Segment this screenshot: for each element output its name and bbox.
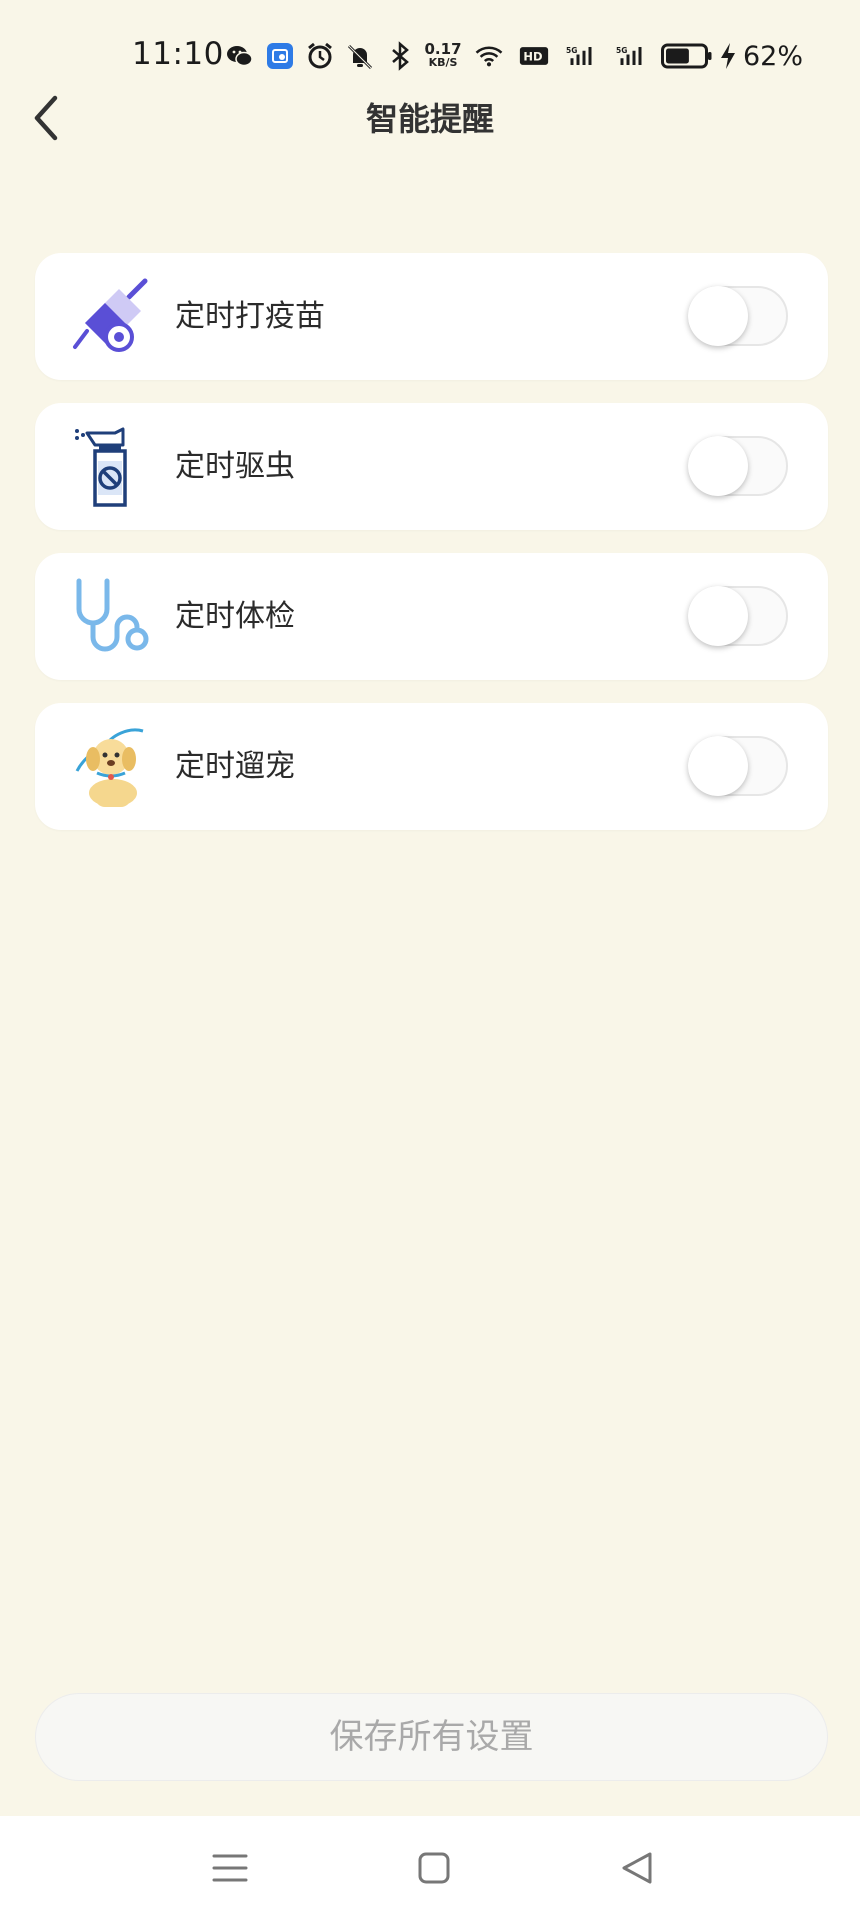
signal-5g-label-1: 5G — [566, 46, 577, 55]
reminder-card-deworm: 定时驱虫 — [35, 403, 828, 530]
reminder-card-checkup: 定时体检 — [35, 553, 828, 680]
page-title: 智能提醒 — [365, 100, 494, 138]
back-nav-button[interactable] — [616, 1846, 660, 1890]
status-icons: 0.17 KB/S HD 5G 5G 62% — [225, 36, 803, 76]
signal-5g-label-2: 5G — [616, 46, 627, 55]
clock: 11:10 — [132, 36, 224, 72]
toggle-knob — [688, 736, 748, 796]
signal-5g-icon-2: 5G — [611, 41, 651, 71]
home-square-icon — [418, 1852, 450, 1884]
svg-text:HD: HD — [523, 49, 542, 63]
save-all-settings-button[interactable]: 保存所有设置 — [35, 1693, 828, 1781]
header: 智能提醒 — [0, 82, 860, 152]
vaccine-syringe-icon — [71, 275, 155, 359]
menu-icon — [212, 1854, 248, 1882]
deworm-spray-icon — [71, 425, 155, 509]
back-triangle-icon — [622, 1852, 652, 1884]
reminder-label: 定时驱虫 — [175, 449, 295, 484]
walk-reminder-toggle[interactable] — [688, 736, 788, 796]
alarm-icon — [305, 41, 335, 71]
reminder-label: 定时打疫苗 — [175, 299, 325, 334]
system-nav-bar — [0, 1816, 860, 1920]
net-speed-unit: KB/S — [428, 56, 458, 69]
deworm-reminder-toggle[interactable] — [688, 436, 788, 496]
reminder-card-walk: 定时遛宠 — [35, 703, 828, 830]
net-speed-value: 0.17 — [424, 40, 462, 58]
toggle-knob — [688, 586, 748, 646]
wechat-icon — [225, 41, 255, 71]
checkup-reminder-toggle[interactable] — [688, 586, 788, 646]
net-speed: 0.17 KB/S — [424, 40, 462, 71]
bluetooth-icon — [385, 41, 415, 71]
menu-button[interactable] — [208, 1846, 252, 1890]
mute-bell-icon — [345, 41, 375, 71]
charging-bolt-icon — [721, 43, 735, 69]
vaccine-reminder-toggle[interactable] — [688, 286, 788, 346]
dog-leash-icon — [71, 725, 155, 809]
home-button[interactable] — [412, 1846, 456, 1890]
wifi-icon — [471, 41, 507, 71]
toggle-knob — [688, 436, 748, 496]
toggle-knob — [688, 286, 748, 346]
signal-5g-icon: 5G — [561, 41, 601, 71]
reminder-label: 定时遛宠 — [175, 749, 295, 784]
app-notification-icon — [265, 41, 295, 71]
battery-percent: 62% — [743, 40, 804, 72]
reminder-label: 定时体检 — [175, 599, 295, 634]
hd-icon: HD — [517, 41, 551, 71]
reminder-card-vaccine: 定时打疫苗 — [35, 253, 828, 380]
stethoscope-icon — [71, 575, 155, 659]
battery: 62% — [661, 41, 803, 72]
battery-icon — [661, 43, 712, 69]
